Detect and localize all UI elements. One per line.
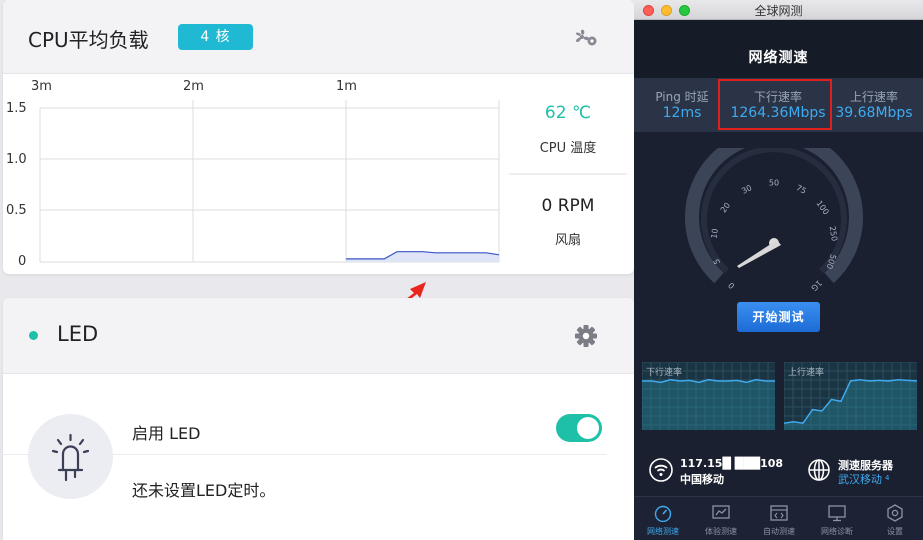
mini-dl-area — [642, 379, 775, 430]
tab-network-diagnosis[interactable]: 网络诊断 — [808, 497, 866, 540]
chart-monitor-icon — [712, 505, 730, 519]
tab-speed-test[interactable]: 网络测速 — [634, 497, 692, 540]
start-test-button[interactable]: 开始测试 — [737, 302, 820, 332]
upload-mini-chart: 上行速率 — [783, 361, 918, 430]
download-mini-chart: 下行速率 — [641, 361, 775, 430]
connection-info: 117.15█ ███108 中国移动 测速服务器 武汉移动 4 — [634, 450, 923, 494]
gauge-label: 30 — [740, 183, 753, 196]
tab-label: 自动测速 — [763, 527, 795, 536]
code-window-icon — [770, 505, 788, 521]
led-schedule-note: 还未设置LED定时。 — [132, 481, 276, 500]
upload-mini-label: 上行速率 — [788, 368, 825, 378]
download-highlight-box — [718, 79, 832, 130]
gauge-needle — [737, 240, 781, 268]
download-mini-label: 下行速率 — [646, 368, 683, 378]
ping-value: 12ms — [662, 105, 702, 121]
gear-icon[interactable] — [574, 324, 598, 348]
cpu-temperature-value: 62 ℃ — [544, 103, 592, 123]
app-header: 网络测速 — [634, 20, 923, 78]
gauge-label: 50 — [769, 179, 779, 188]
led-enable-label: 启用 LED — [132, 424, 201, 443]
gauge-label: 250 — [828, 225, 839, 242]
upload-label: 上行速率 — [849, 90, 898, 104]
ping-label: Ping 时延 — [655, 90, 709, 104]
fan-speed-value: 0 RPM — [541, 196, 595, 216]
app-header-title: 网络测速 — [748, 50, 809, 66]
led-title: LED — [57, 322, 99, 346]
window-title: 全球网测 — [754, 4, 803, 18]
fan-speed-label: 风扇 — [554, 233, 581, 248]
speed-gauge: 0510203050751002505001G — [685, 148, 863, 293]
gauge-label: 10 — [709, 228, 719, 239]
bottom-tab-bar: 网络测速 体验测速 自动测速 网络诊断 设置 — [634, 496, 923, 540]
gauge-label: 20 — [719, 201, 732, 215]
led-enable-toggle[interactable] — [556, 414, 602, 442]
tab-label: 体验测速 — [705, 527, 737, 536]
upload-stat: 上行速率 39.68Mbps — [826, 78, 922, 132]
tab-label: 设置 — [887, 527, 903, 536]
tab-auto-test[interactable]: 自动测速 — [750, 497, 808, 540]
wifi-icon — [649, 458, 673, 482]
window-titlebar: 全球网测 — [634, 0, 923, 20]
desktop-icon — [828, 505, 846, 522]
gauge-label: 1G — [809, 278, 823, 292]
cpu-temperature-label: CPU 温度 — [539, 141, 597, 156]
speedometer-icon — [654, 505, 672, 522]
tab-settings[interactable]: 设置 — [866, 497, 923, 540]
led-status-dot — [29, 331, 38, 340]
tab-label: 网络测速 — [647, 527, 679, 536]
tab-label: 网络诊断 — [821, 527, 853, 536]
led-bulb-badge — [28, 414, 113, 499]
gauge-label: 100 — [814, 199, 830, 217]
isp-name: 中国移动 — [680, 473, 724, 486]
globe-icon — [808, 459, 830, 481]
gauge-label: 0 — [727, 280, 737, 290]
settings-hexagon-icon — [887, 504, 903, 522]
led-bulb-icon — [51, 433, 90, 482]
gauge-label: 75 — [795, 183, 808, 196]
ip-address: 117.15█ ███108 — [680, 457, 784, 470]
toggle-knob — [577, 417, 599, 439]
tab-experience-test[interactable]: 体验测速 — [692, 497, 750, 540]
server-index: 4 — [885, 474, 890, 482]
server-name[interactable]: 武汉移动 — [838, 471, 882, 487]
upload-value: 39.68Mbps — [835, 105, 913, 121]
ping-stat: Ping 时延 12ms — [634, 78, 730, 132]
